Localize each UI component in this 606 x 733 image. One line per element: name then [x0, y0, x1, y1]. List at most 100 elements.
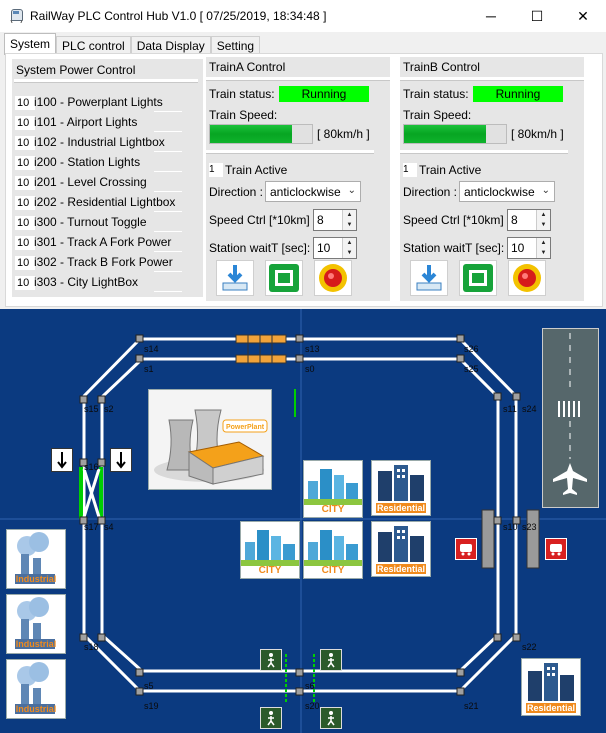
trainb-speed-fill: [404, 125, 486, 143]
node-label: s13: [305, 344, 320, 354]
power-value-box[interactable]: 10: [15, 156, 35, 170]
industrial-label: Industrial: [16, 574, 57, 584]
trainb-speed-text: [ 80km/h ]: [511, 127, 564, 141]
trainb-wait-spinner[interactable]: 10 ▲ ▼: [507, 237, 551, 259]
power-label: i301 - Track A Fork Power: [34, 235, 172, 249]
traina-speed-separator: [206, 150, 374, 154]
pedestrian-signal: [260, 707, 282, 729]
frame-icon: [463, 264, 493, 292]
powerplant-tile[interactable]: PowerPlant: [148, 389, 272, 490]
power-row[interactable]: 10 i303 - City LightBox: [12, 274, 182, 292]
node-label: s20: [305, 701, 320, 711]
trainb-frame-button[interactable]: [459, 260, 497, 296]
node-label: s6: [305, 681, 315, 691]
node-label: s23: [522, 522, 537, 532]
node-label: s21: [464, 701, 479, 711]
traina-speedctrl-spinner[interactable]: 8 ▲ ▼: [313, 209, 357, 231]
traina-status-badge: Running: [279, 86, 369, 102]
chevron-down-icon: ⌄: [541, 185, 550, 196]
power-value-box[interactable]: 10: [15, 236, 35, 250]
traina-active-label: Train Active: [225, 163, 288, 177]
traina-direction-select[interactable]: anticlockwise ⌄: [265, 181, 361, 202]
node-label: s0: [305, 364, 315, 374]
traina-speedctrl-label: Speed Ctrl [*10km]: [209, 213, 310, 227]
power-row[interactable]: 10 i100 - Powerplant Lights: [12, 94, 182, 112]
node-label: s10: [503, 522, 518, 532]
trainb-wait-label: Station waitT [sec]:: [403, 241, 505, 255]
power-value-box[interactable]: 10: [15, 256, 35, 270]
traina-load-button[interactable]: [216, 260, 254, 296]
industrial-tile[interactable]: Industrial: [6, 529, 66, 589]
residential-tile[interactable]: Residential: [371, 521, 431, 577]
traina-control-panel: TrainA Control Train status: Running Tra…: [206, 57, 390, 301]
turnout-switch[interactable]: [78, 465, 104, 519]
spin-down-icon[interactable]: ▼: [342, 220, 356, 230]
power-value-box[interactable]: 10: [15, 116, 35, 130]
industrial-tile[interactable]: Industrial: [6, 659, 66, 719]
residential-icon: [378, 526, 424, 562]
trainb-speedctrl-spinner[interactable]: 8 ▲ ▼: [507, 209, 551, 231]
power-row[interactable]: 10 i301 - Track A Fork Power: [12, 234, 182, 252]
down-arrow-icon: [116, 452, 126, 469]
node-label: s14: [144, 344, 159, 354]
power-value-box[interactable]: 10: [15, 216, 35, 230]
power-value-box[interactable]: 10: [15, 176, 35, 190]
power-row[interactable]: 10 i202 - Residential Lightbox: [12, 194, 182, 212]
trainb-load-button[interactable]: [410, 260, 448, 296]
traina-active-box[interactable]: 1: [209, 163, 223, 177]
traina-speed-label: Train Speed:: [209, 108, 278, 122]
power-value-box[interactable]: 10: [15, 96, 35, 110]
power-row[interactable]: 10 i101 - Airport Lights: [12, 114, 182, 132]
pedestrian-icon: [267, 711, 275, 726]
power-label: i200 - Station Lights: [34, 155, 141, 169]
industrial-label: Industrial: [16, 639, 57, 649]
residential-tile[interactable]: Residential: [521, 658, 581, 716]
switch-down-arrow-left[interactable]: [51, 448, 73, 472]
traina-stop-button[interactable]: [314, 260, 352, 296]
power-row[interactable]: 10 i201 - Level Crossing: [12, 174, 182, 192]
trainb-direction-select[interactable]: anticlockwise ⌄: [459, 181, 555, 202]
crossing-gate-left[interactable]: [481, 509, 495, 569]
power-label: i300 - Turnout Toggle: [34, 215, 147, 229]
minimize-button[interactable]: ─: [468, 0, 514, 32]
trainb-wait-value: 10: [511, 241, 525, 255]
power-row[interactable]: 10 i200 - Station Lights: [12, 154, 182, 172]
city-icon: [304, 530, 362, 566]
switch-down-arrow-right[interactable]: [110, 448, 132, 472]
trainb-speed-label: Train Speed:: [403, 108, 472, 122]
spin-down-icon[interactable]: ▼: [342, 248, 356, 258]
city-tile[interactable]: CITY: [240, 521, 300, 579]
node-label: s19: [144, 701, 159, 711]
city-tile[interactable]: CITY: [303, 521, 363, 579]
spin-down-icon[interactable]: ▼: [536, 220, 550, 230]
power-row[interactable]: 10 i300 - Turnout Toggle: [12, 214, 182, 232]
traina-wait-label: Station waitT [sec]:: [209, 241, 311, 255]
power-control-panel: System Power Control 10 i100 - Powerplant…: [12, 59, 203, 297]
power-row[interactable]: 10 i302 - Track B Fork Power: [12, 254, 182, 272]
trainb-active-box[interactable]: 1: [403, 163, 417, 177]
city-tile[interactable]: CITY: [303, 460, 363, 518]
close-button[interactable]: ✕: [560, 0, 606, 32]
emergency-stop-icon: [319, 264, 347, 292]
power-row[interactable]: 10 i102 - Industrial Lightbox: [12, 134, 182, 152]
power-value-box[interactable]: 10: [15, 196, 35, 210]
trainb-stop-button[interactable]: [508, 260, 546, 296]
city-icon: [241, 530, 299, 566]
pedestrian-signal: [320, 707, 342, 729]
industrial-tile[interactable]: Industrial: [6, 594, 66, 654]
pedestrian-icon: [267, 653, 275, 668]
airport-runway[interactable]: [542, 328, 599, 508]
maximize-button[interactable]: ☐: [514, 0, 560, 32]
traina-frame-button[interactable]: [265, 260, 303, 296]
pedestrian-icon: [327, 711, 335, 726]
residential-icon: [378, 465, 424, 501]
spin-down-icon[interactable]: ▼: [536, 248, 550, 258]
traina-wait-spinner[interactable]: 10 ▲ ▼: [313, 237, 357, 259]
power-value-box[interactable]: 10: [15, 136, 35, 150]
power-value-box[interactable]: 10: [15, 276, 35, 290]
traina-speed-bar: [209, 124, 313, 144]
crossing-gate-right[interactable]: [526, 509, 540, 569]
down-arrow-icon: [57, 452, 67, 469]
residential-tile[interactable]: Residential: [371, 460, 431, 516]
tab-system[interactable]: System: [4, 33, 57, 55]
